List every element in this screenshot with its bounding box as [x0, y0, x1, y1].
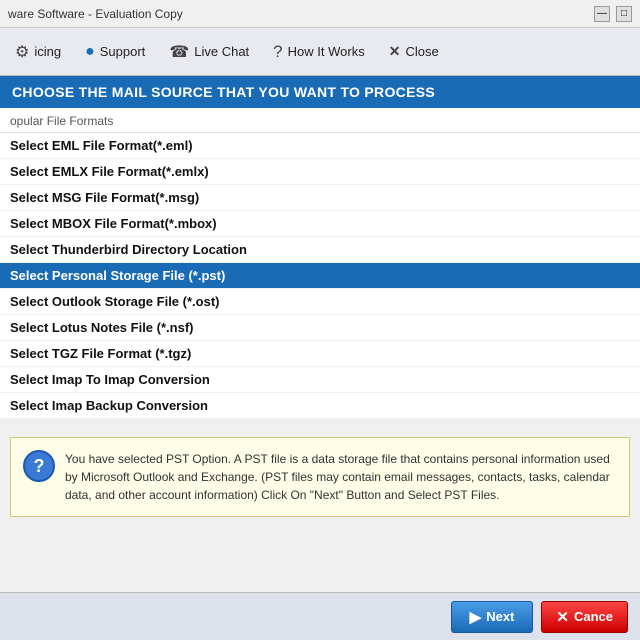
list-item[interactable]: Select Imap Backup Conversion: [0, 393, 640, 419]
info-section: ? You have selected PST Option. A PST fi…: [0, 427, 640, 527]
maximize-button[interactable]: □: [616, 6, 632, 22]
header-banner-text: CHOOSE THE MAIL SOURCE THAT YOU WANT TO …: [12, 84, 435, 100]
list-item[interactable]: Select MBOX File Format(*.mbox): [0, 211, 640, 237]
licensing-button[interactable]: ⚙ icing: [4, 35, 72, 69]
cancel-button[interactable]: ✕ Cance: [541, 601, 628, 633]
how-it-works-button[interactable]: ? How It Works: [262, 35, 376, 69]
file-format-list: Select EML File Format(*.eml) Select EML…: [0, 133, 640, 419]
phone-icon: ☎: [169, 42, 189, 62]
list-item-selected[interactable]: Select Personal Storage File (*.pst): [0, 263, 640, 289]
section-label: opular File Formats: [0, 108, 640, 133]
list-item[interactable]: Select Lotus Notes File (*.nsf): [0, 315, 640, 341]
title-bar: ware Software - Evaluation Copy — □: [0, 0, 640, 28]
support-button[interactable]: ● Support: [74, 36, 156, 68]
list-item[interactable]: Select Outlook Storage File (*.ost): [0, 289, 640, 315]
list-item[interactable]: Select Thunderbird Directory Location: [0, 237, 640, 263]
close-x-icon: ✕: [389, 43, 401, 60]
live-chat-label: Live Chat: [194, 44, 249, 59]
info-icon: ?: [23, 450, 55, 482]
main-content: opular File Formats Select EML File Form…: [0, 108, 640, 419]
window-controls: — □: [594, 6, 632, 22]
list-item[interactable]: Select MSG File Format(*.msg): [0, 185, 640, 211]
licensing-icon: ⚙: [15, 42, 29, 62]
minimize-button[interactable]: —: [594, 6, 610, 22]
list-item[interactable]: Select TGZ File Format (*.tgz): [0, 341, 640, 367]
title-text: ware Software - Evaluation Copy: [8, 7, 183, 21]
close-label: Close: [405, 44, 438, 59]
support-label: Support: [100, 44, 146, 59]
next-label: Next: [486, 609, 514, 624]
next-button[interactable]: ▶ Next: [451, 601, 534, 633]
toolbar: ⚙ icing ● Support ☎ Live Chat ? How It W…: [0, 28, 640, 76]
close-toolbar-button[interactable]: ✕ Close: [378, 36, 450, 67]
header-banner: CHOOSE THE MAIL SOURCE THAT YOU WANT TO …: [0, 76, 640, 108]
info-box: ? You have selected PST Option. A PST fi…: [10, 437, 630, 517]
cancel-label: Cance: [574, 609, 613, 624]
list-item[interactable]: Select EMLX File Format(*.emlx): [0, 159, 640, 185]
live-chat-button[interactable]: ☎ Live Chat: [158, 35, 260, 69]
info-text: You have selected PST Option. A PST file…: [65, 450, 617, 504]
how-it-works-label: How It Works: [288, 44, 365, 59]
list-item[interactable]: Select Imap To Imap Conversion: [0, 367, 640, 393]
support-icon: ●: [85, 43, 95, 61]
next-icon: ▶: [470, 608, 482, 626]
cancel-icon: ✕: [556, 608, 569, 626]
list-item[interactable]: Select EML File Format(*.eml): [0, 133, 640, 159]
licensing-label: icing: [34, 44, 61, 59]
bottom-bar: ▶ Next ✕ Cance: [0, 592, 640, 640]
question-icon: ?: [273, 42, 282, 62]
